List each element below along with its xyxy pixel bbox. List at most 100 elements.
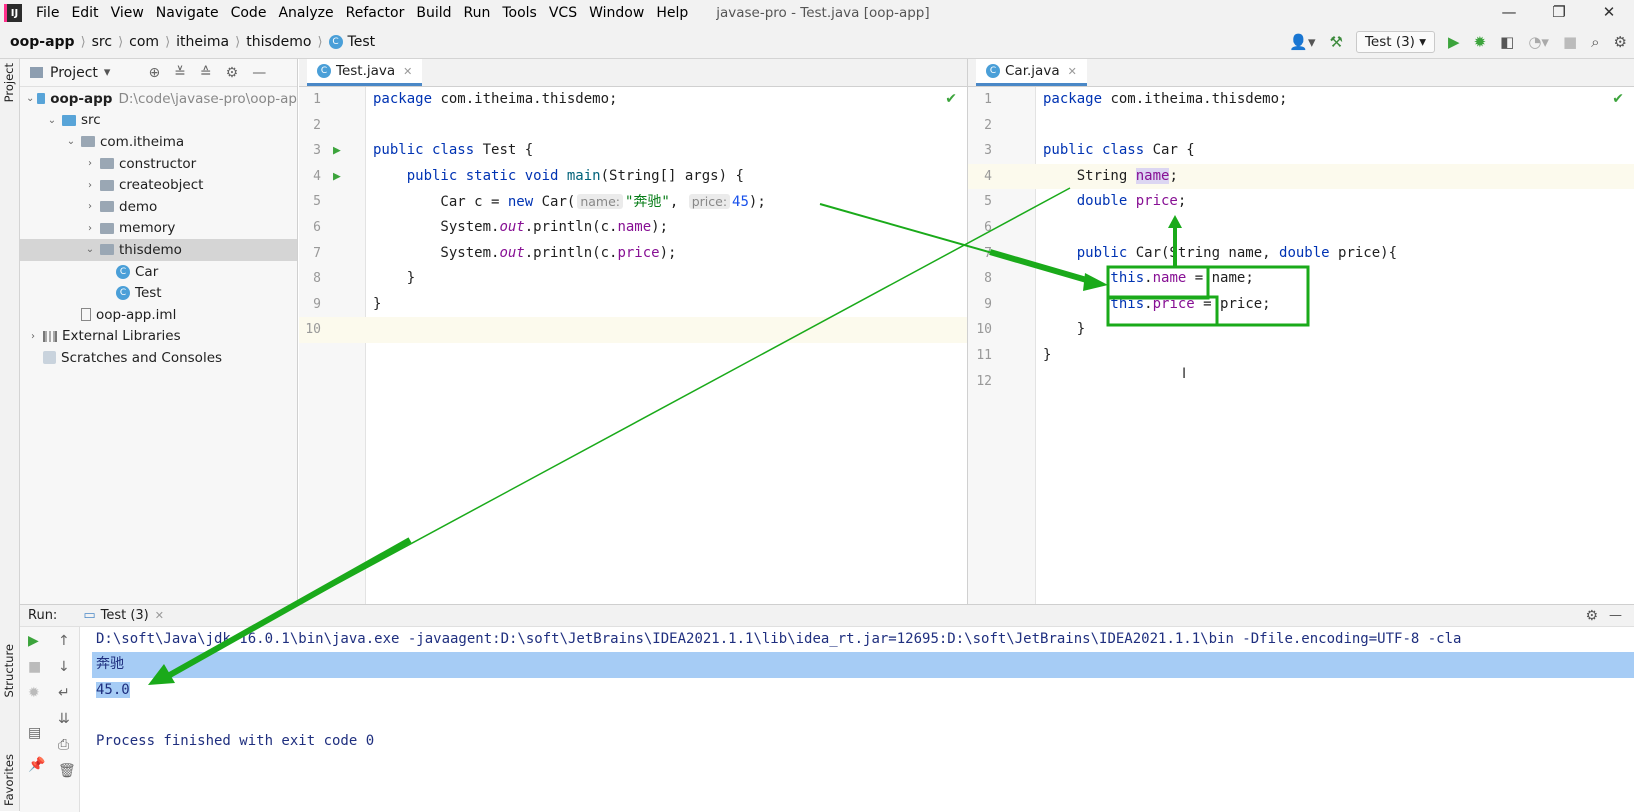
code-line[interactable]: public class Test { [373, 138, 533, 164]
close-tab-icon[interactable]: ✕ [403, 65, 412, 78]
menu-tools[interactable]: Tools [496, 5, 543, 21]
profile-icon[interactable]: ◔▾ [1528, 33, 1549, 51]
code-line[interactable]: System.out.println(c.name); [373, 215, 668, 241]
console-output[interactable]: D:\soft\Java\jdk-16.0.1\bin\java.exe -ja… [92, 627, 1634, 754]
tree-item-constructor[interactable]: › constructor [20, 153, 297, 175]
layout-icon[interactable]: ▤ [28, 725, 41, 741]
menu-build[interactable]: Build [410, 5, 457, 21]
chevron-right-icon[interactable]: › [83, 180, 97, 191]
project-tool-label[interactable]: Project [2, 63, 16, 102]
tree-item-demo[interactable]: › demo [20, 196, 297, 218]
close-tab-icon[interactable]: ✕ [1068, 65, 1077, 78]
tree-item-com-itheima[interactable]: ⌄ com.itheima [20, 131, 297, 153]
chevron-right-icon[interactable]: › [26, 331, 40, 342]
panel-gear-icon[interactable]: ⚙ [226, 65, 239, 81]
code-line[interactable]: String name; [1043, 164, 1178, 190]
collapse-all-icon[interactable]: ≙ [200, 65, 212, 81]
code-area-right[interactable]: 1 package com.itheima.thisdemo; 2 3 public… [968, 87, 1634, 394]
breadcrumb-com[interactable]: com [129, 34, 159, 50]
breadcrumb-thisdemo[interactable]: thisdemo [246, 34, 311, 50]
menu-vcs[interactable]: VCS [543, 5, 583, 21]
debug-icon[interactable]: ✹ [1474, 33, 1487, 51]
soft-wrap-icon[interactable]: ↵ [58, 685, 70, 701]
tree-item-memory[interactable]: › memory [20, 218, 297, 240]
settings-gear-icon[interactable]: ⚙ [1614, 33, 1627, 51]
build-hammer-icon[interactable]: ⚒ [1329, 33, 1342, 51]
tree-item-oop-app[interactable]: ⌄ oop-app D:\code\javase-pro\oop-ap [20, 88, 297, 110]
view-mode-chevron-down-icon[interactable]: ▾ [104, 65, 111, 80]
scroll-to-end-icon[interactable]: ⇊ [58, 711, 70, 727]
menu-code[interactable]: Code [225, 5, 273, 21]
code-line[interactable]: System.out.println(c.price); [373, 241, 676, 267]
breadcrumb-test[interactable]: Test [348, 34, 376, 50]
run-icon[interactable]: ▶ [1448, 33, 1460, 51]
chevron-down-icon[interactable]: ⌄ [83, 244, 97, 255]
tree-item-external-libraries[interactable]: › External Libraries [20, 326, 297, 348]
pin-icon[interactable]: 📌 [28, 757, 45, 773]
code-line[interactable]: public Car(String name, double price){ [1043, 241, 1397, 267]
stop-run-icon[interactable]: ■ [28, 659, 41, 675]
locate-target-icon[interactable]: ⊕ [148, 65, 160, 81]
chevron-down-icon[interactable]: ⌄ [45, 115, 59, 126]
menu-view[interactable]: View [105, 5, 150, 21]
menu-window[interactable]: Window [583, 5, 650, 21]
clear-trash-icon[interactable]: 🗑 [58, 763, 76, 779]
scroll-up-icon[interactable]: ↑ [58, 633, 70, 649]
breadcrumb-src[interactable]: src [92, 34, 112, 50]
close-run-tab-icon[interactable]: ✕ [155, 609, 164, 622]
coverage-icon[interactable]: ◧ [1500, 33, 1514, 51]
code-area-left[interactable]: 1 package com.itheima.thisdemo; 2 3 ▶ publi… [299, 87, 967, 343]
chevron-down-icon[interactable]: ⌄ [26, 93, 34, 104]
minimize-button[interactable]: — [1484, 0, 1534, 24]
hide-panel-icon[interactable]: — [252, 65, 266, 81]
stop-icon[interactable]: ■ [1563, 33, 1577, 51]
rerun-icon[interactable]: ▶ [28, 633, 39, 649]
menu-help[interactable]: Help [650, 5, 694, 21]
tree-item-oop-app-iml[interactable]: oop-app.iml [20, 304, 297, 326]
menu-analyze[interactable]: Analyze [272, 5, 339, 21]
code-line[interactable]: Car c = new Car(name: "奔驰", price: 45); [373, 189, 766, 216]
code-line[interactable]: double price; [1043, 189, 1187, 215]
code-line[interactable]: public static void main(String[] args) { [373, 164, 744, 190]
search-icon[interactable]: ⌕ [1591, 33, 1599, 51]
expand-all-icon[interactable]: ≚ [174, 65, 186, 81]
tree-item-src[interactable]: ⌄ src [20, 110, 297, 132]
tree-item-test[interactable]: C Test [20, 282, 297, 304]
hide-run-panel-icon[interactable]: — [1609, 608, 1622, 623]
chevron-right-icon[interactable]: › [83, 158, 97, 169]
code-line[interactable]: } [373, 292, 381, 318]
chevron-right-icon[interactable]: › [83, 201, 97, 212]
debug-disabled-icon[interactable]: ✹ [28, 685, 40, 701]
menu-run[interactable]: Run [458, 5, 497, 21]
code-line[interactable]: this.price = price; [1043, 292, 1270, 318]
code-line[interactable]: this.name = name; [1043, 266, 1253, 292]
tree-item-thisdemo[interactable]: ⌄ thisdemo [20, 239, 297, 261]
close-button[interactable]: ✕ [1584, 0, 1634, 24]
run-gutter-icon[interactable]: ▶ [333, 138, 341, 164]
run-gutter-icon[interactable]: ▶ [333, 164, 341, 190]
chevron-down-icon[interactable]: ⌄ [64, 136, 78, 147]
structure-tool-label[interactable]: Structure [2, 644, 16, 698]
menu-file[interactable]: File [30, 5, 65, 21]
tree-item-car[interactable]: C Car [20, 261, 297, 283]
print-icon[interactable]: ⎙ [58, 737, 69, 753]
run-tab-test[interactable]: ▭ Test (3) ✕ [75, 608, 172, 623]
tab-test-java[interactable]: C Test.java ✕ [307, 59, 423, 86]
code-line[interactable]: public class Car { [1043, 138, 1195, 164]
tree-item-scratches-and-consoles[interactable]: Scratches and Consoles [20, 347, 297, 369]
run-settings-gear-icon[interactable]: ⚙ [1585, 608, 1598, 624]
scroll-down-icon[interactable]: ↓ [58, 659, 70, 675]
tab-car-java[interactable]: C Car.java ✕ [976, 59, 1087, 86]
breadcrumb-itheima[interactable]: itheima [176, 34, 229, 50]
restore-button[interactable]: ❐ [1534, 0, 1584, 24]
code-line[interactable]: } [1043, 317, 1085, 343]
project-panel-title[interactable]: Project [50, 65, 98, 81]
menu-edit[interactable]: Edit [65, 5, 104, 21]
tree-item-createobject[interactable]: › createobject [20, 174, 297, 196]
chevron-right-icon[interactable]: › [83, 223, 97, 234]
run-config-select[interactable]: Test (3) ▾ [1355, 31, 1436, 53]
code-line[interactable]: package com.itheima.thisdemo; [1043, 87, 1287, 113]
menu-navigate[interactable]: Navigate [150, 5, 225, 21]
code-line[interactable]: } [1043, 343, 1051, 369]
breadcrumb-project[interactable]: oop-app [10, 34, 75, 50]
